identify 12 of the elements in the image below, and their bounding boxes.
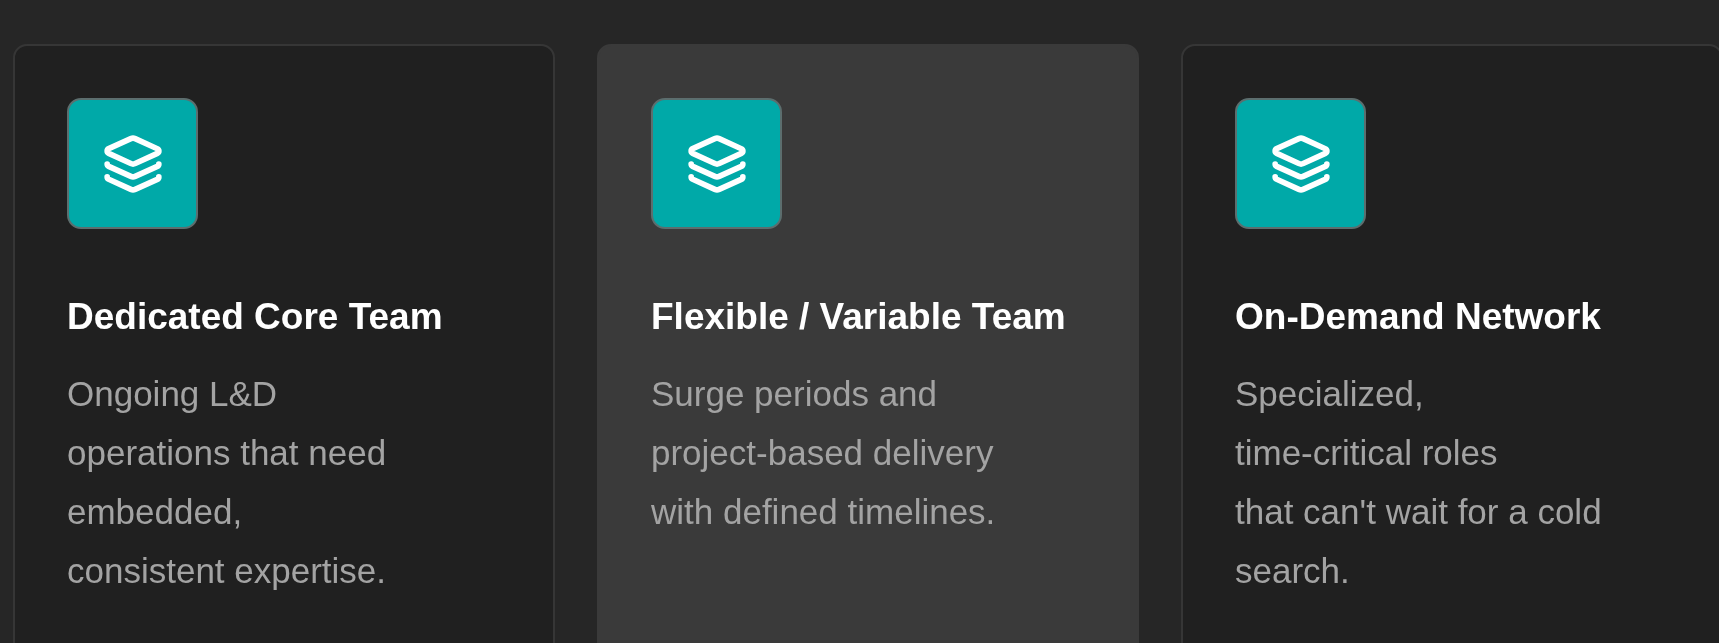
card-title: Dedicated Core Team (67, 295, 443, 339)
card-title: Flexible / Variable Team (651, 295, 1066, 339)
card[interactable]: Dedicated Core Team Ongoing L&D operations that need embedded, consistent expertise. (13, 44, 555, 643)
card-title: On-Demand Network (1235, 295, 1601, 339)
layers-icon (1235, 98, 1366, 229)
card-description: Surge periods and project-based delivery with defined timelines. (651, 373, 996, 533)
card[interactable]: Flexible / Variable Team Surge periods and project-based delivery with defined timelines. (597, 44, 1139, 643)
card[interactable]: On-Demand Network Specialized, time-critical roles that can't wait for a cold search. (1181, 44, 1719, 643)
card-description: Specialized, time-critical roles that can't wait for a cold search. (1235, 373, 1602, 592)
card-description: Ongoing L&D operations that need embedded, consistent expertise. (67, 373, 387, 592)
layers-icon (67, 98, 198, 229)
layers-icon (651, 98, 782, 229)
